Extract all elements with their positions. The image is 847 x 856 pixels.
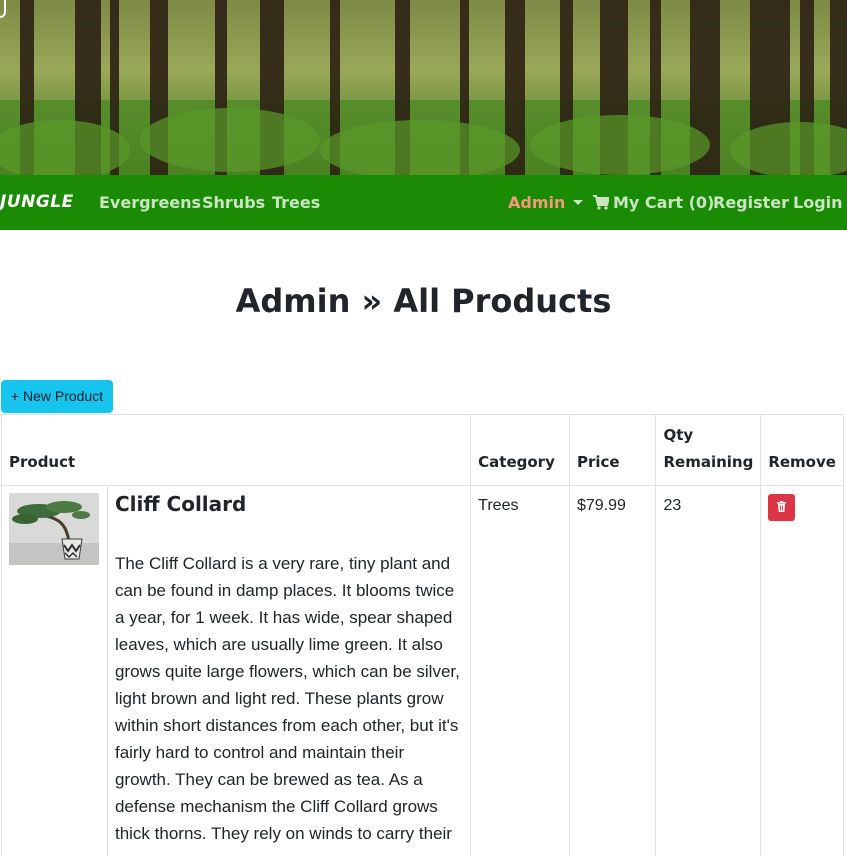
bonsai-image — [9, 493, 99, 565]
trash-icon — [777, 501, 787, 512]
product-quantity: 23 — [655, 485, 762, 856]
admin-dropdown[interactable]: Admin — [508, 193, 584, 212]
table-header-row: Product Category Price Qty Remaining Rem… — [0, 414, 844, 486]
main-navbar: JUNGLE Evergreens Shrubs Trees Admin My … — [0, 175, 847, 230]
product-description: The Cliff Collard is a very rare, tiny p… — [114, 554, 460, 843]
header-remove: Remove — [760, 414, 844, 486]
remove-product-button[interactable] — [768, 494, 796, 521]
products-table: Product Category Price Qty Remaining Rem… — [0, 414, 844, 856]
cart-label: My Cart (0) — [613, 193, 715, 212]
page-title: Admin » All Products — [235, 282, 612, 320]
chevron-down-icon — [573, 200, 584, 205]
product-price: $79.99 — [568, 485, 657, 856]
nav-link-trees[interactable]: Trees — [272, 193, 320, 212]
new-product-button[interactable]: + New Product — [1, 380, 113, 413]
header-category: Category — [470, 414, 570, 486]
brand-logo[interactable]: JUNGLE — [0, 192, 74, 212]
hero-banner — [0, 0, 847, 175]
nav-link-shrubs[interactable]: Shrubs — [202, 193, 265, 212]
header-product: Product — [0, 414, 472, 486]
table-row: Cliff Collard The Cliff Collard is a ver… — [1, 485, 844, 856]
cart-icon — [593, 195, 609, 210]
product-remove-cell — [760, 485, 844, 856]
product-category: Trees — [470, 485, 570, 856]
login-link[interactable]: Login — [793, 193, 843, 212]
product-thumbnail[interactable] — [9, 493, 99, 565]
header-qty-remaining: Qty Remaining — [655, 414, 762, 486]
register-link[interactable]: Register — [713, 193, 789, 212]
product-image-cell — [1, 485, 108, 856]
header-price: Price — [568, 414, 657, 486]
product-info-cell: Cliff Collard The Cliff Collard is a ver… — [106, 485, 472, 856]
forest-banner-image — [0, 0, 847, 175]
cart-link[interactable]: My Cart (0) — [593, 193, 714, 212]
admin-label: Admin — [508, 193, 566, 212]
product-name: Cliff Collard — [114, 492, 247, 516]
nav-link-evergreens[interactable]: Evergreens — [99, 193, 201, 212]
